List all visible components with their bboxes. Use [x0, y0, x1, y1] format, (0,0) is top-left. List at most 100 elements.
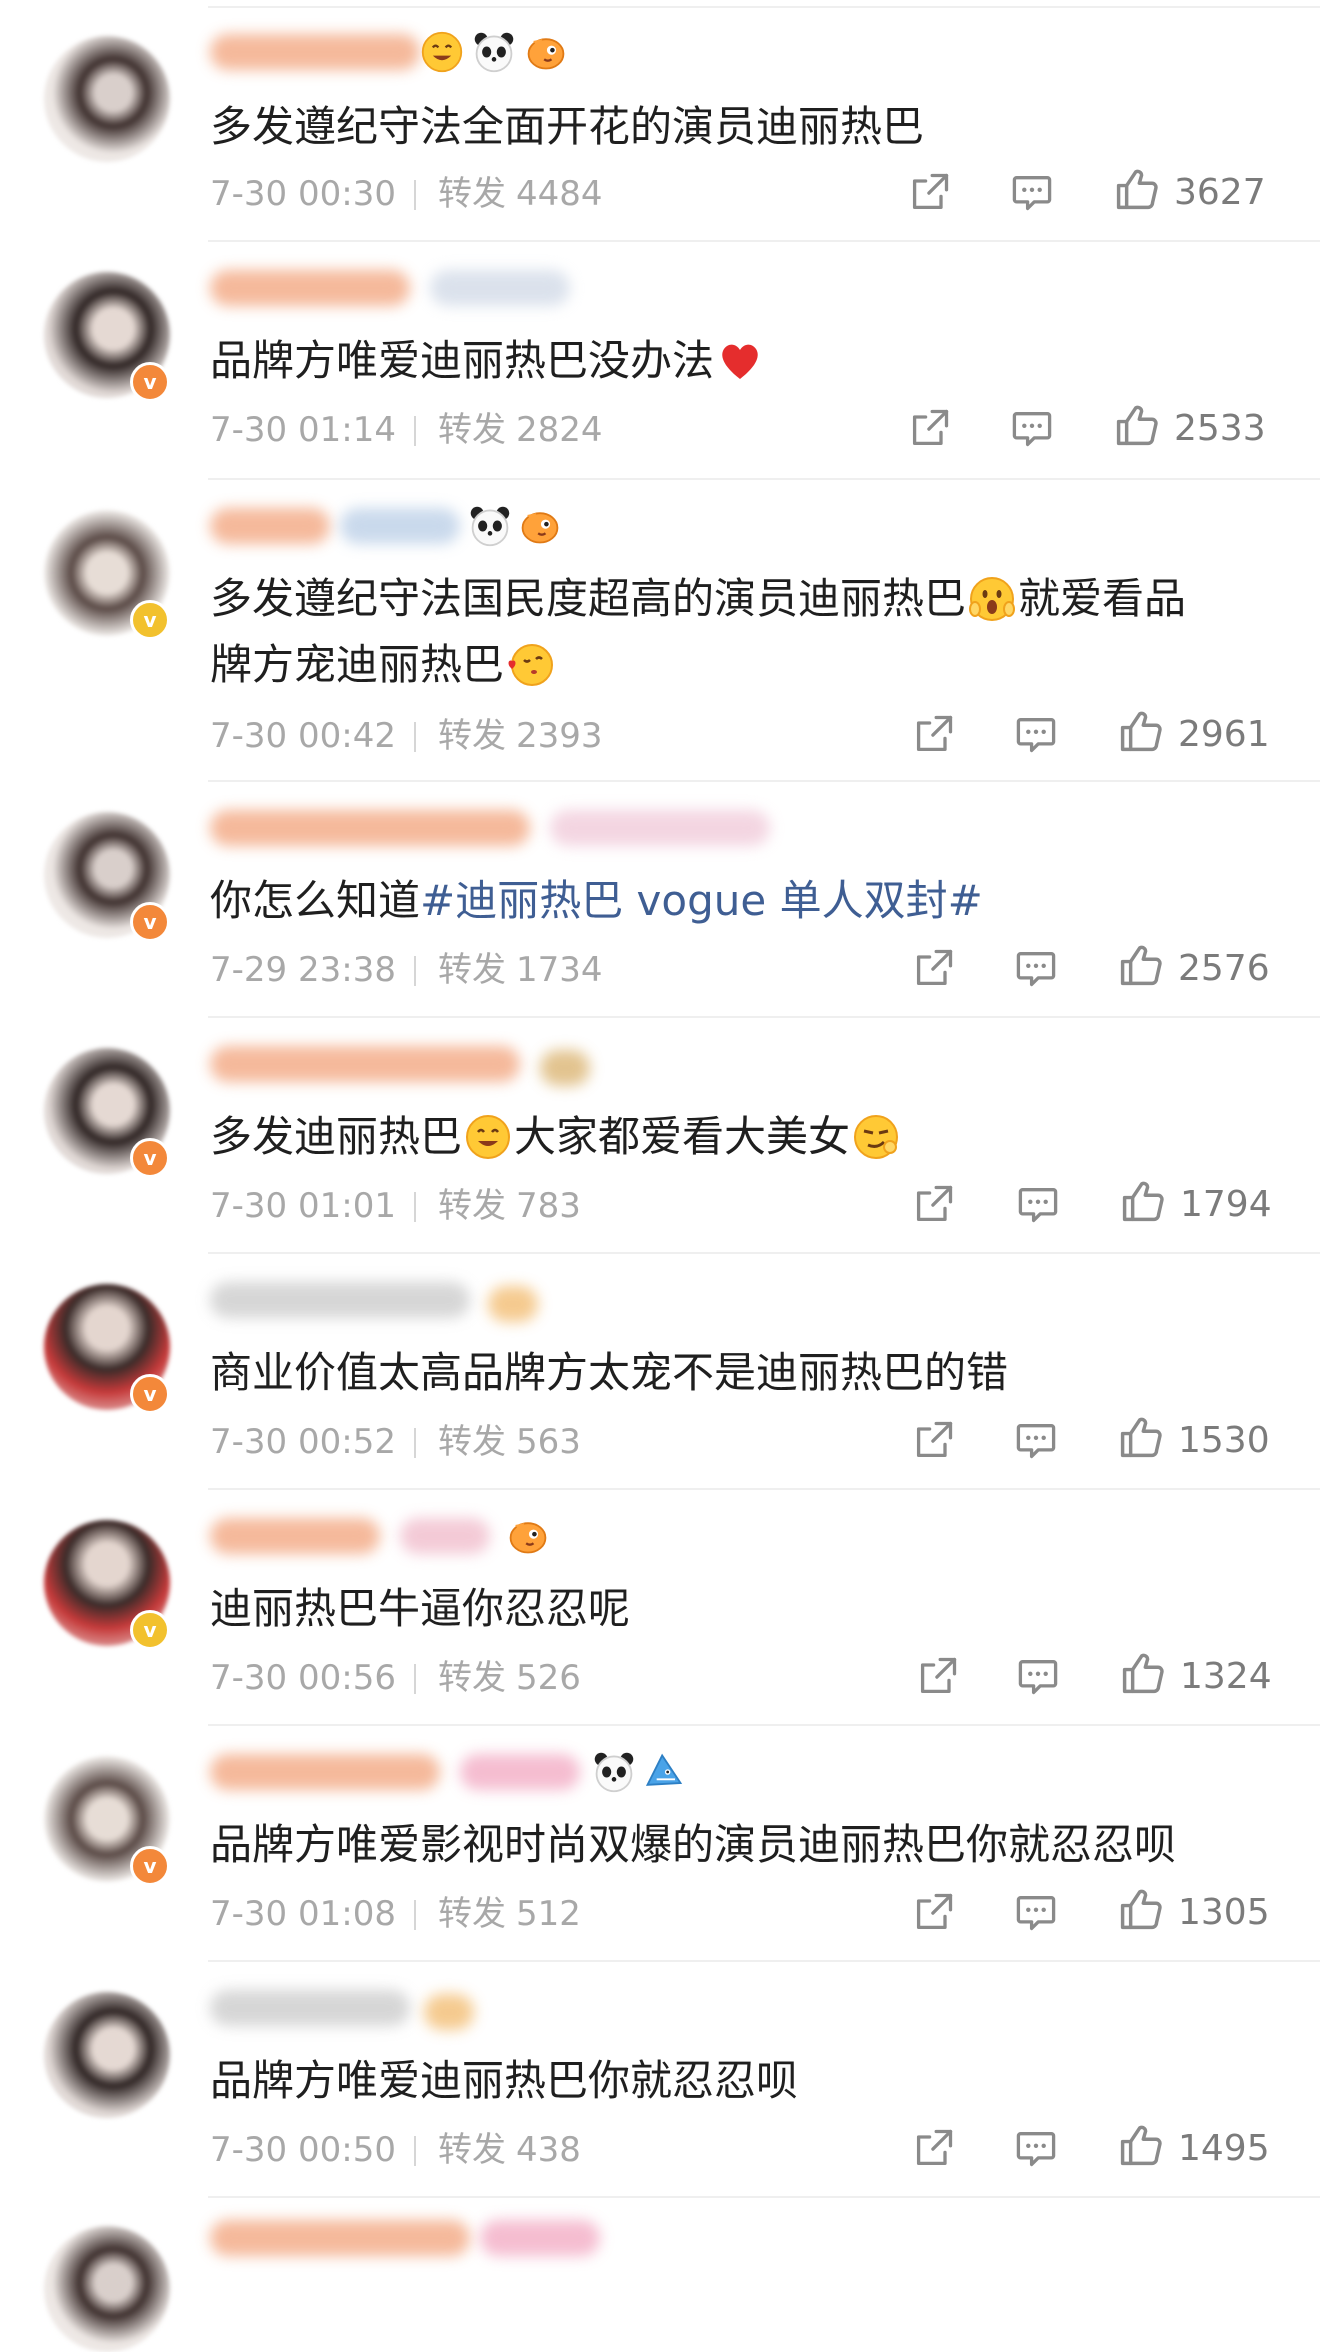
share-button[interactable] — [912, 1418, 956, 1468]
forward-label[interactable]: 转发 — [438, 410, 506, 450]
forward-label[interactable]: 转发 — [438, 1658, 506, 1698]
comment-text-part: 就爱看品 — [1018, 574, 1187, 623]
like-count: 3627 — [1174, 172, 1266, 213]
like-button[interactable] — [1118, 1886, 1164, 1936]
meta-separator — [413, 1900, 416, 1930]
forward-label[interactable]: 转发 — [438, 716, 506, 756]
forward-count: 1734 — [515, 950, 603, 990]
avatar[interactable] — [44, 36, 170, 162]
share-button[interactable] — [908, 406, 952, 456]
divider — [208, 1724, 1320, 1726]
username-blurred[interactable] — [210, 508, 330, 544]
forward-count: 563 — [515, 1422, 581, 1462]
forward-count: 783 — [515, 1186, 581, 1226]
share-icon — [916, 1654, 960, 1698]
like-button[interactable] — [1114, 166, 1160, 216]
forward-label[interactable]: 转发 — [438, 174, 506, 214]
comment-text-content: 品牌方唯爱迪丽热巴没办法 — [210, 336, 715, 385]
comment-text-part: 你怎么知道 — [210, 876, 421, 925]
share-button[interactable] — [912, 712, 956, 762]
meta-separator — [413, 180, 416, 210]
timestamp: 7-30 00:56 — [210, 1658, 396, 1698]
comment-button[interactable] — [1016, 1654, 1060, 1704]
username-blurred[interactable] — [210, 1754, 440, 1790]
share-button[interactable] — [912, 1890, 956, 1940]
forward-label[interactable]: 转发 — [438, 950, 506, 990]
like-button[interactable] — [1118, 2122, 1164, 2172]
like-button[interactable] — [1118, 942, 1164, 992]
comment-button[interactable] — [1016, 1182, 1060, 1232]
comment-icon — [1014, 1890, 1058, 1934]
comment-button[interactable] — [1010, 406, 1054, 456]
username-blurred[interactable] — [210, 810, 530, 846]
meta-separator — [413, 416, 416, 446]
like-icon — [1114, 166, 1160, 212]
share-button[interactable] — [912, 946, 956, 996]
share-button[interactable] — [912, 1182, 956, 1232]
emoji-blurred — [430, 270, 570, 306]
share-button[interactable] — [912, 2126, 956, 2176]
like-count: 2961 — [1178, 714, 1270, 755]
divider — [208, 1016, 1320, 1018]
avatar[interactable] — [44, 2226, 170, 2352]
like-count: 1794 — [1180, 1184, 1272, 1225]
comment-button[interactable] — [1010, 170, 1054, 220]
like-button[interactable] — [1118, 708, 1164, 758]
share-button[interactable] — [908, 170, 952, 220]
like-icon — [1118, 1414, 1164, 1460]
forward-label[interactable]: 转发 — [438, 2130, 506, 2170]
divider — [208, 240, 1320, 242]
forward-label[interactable]: 转发 — [438, 1186, 506, 1226]
like-count: 1495 — [1178, 2128, 1270, 2169]
divider — [208, 1252, 1320, 1254]
comment-button[interactable] — [1014, 2126, 1058, 2176]
username-blurred[interactable] — [210, 1518, 380, 1554]
comment-button[interactable] — [1014, 1418, 1058, 1468]
scream-emoji-icon — [968, 575, 1016, 623]
forward-count: 4484 — [515, 174, 603, 214]
like-count: 2576 — [1178, 948, 1270, 989]
comment-text: 你怎么知道#迪丽热巴 vogue 单人双封# — [210, 868, 1280, 934]
comment-text: 商业价值太高品牌方太宠不是迪丽热巴的错 — [210, 1348, 1009, 1397]
like-icon — [1114, 402, 1160, 448]
timestamp: 7-30 01:08 — [210, 1894, 396, 1934]
fire-emoji-icon — [420, 30, 464, 74]
comment-text: 品牌方唯爱迪丽热巴你就忍忍呗 — [210, 2056, 799, 2105]
verified-badge-icon: v — [130, 1374, 170, 1414]
like-button[interactable] — [1118, 1414, 1164, 1464]
share-icon — [912, 712, 956, 756]
like-button[interactable] — [1114, 402, 1160, 452]
comment-meta: 7-30 00:56 转发 526 — [210, 1656, 581, 1700]
divider — [208, 780, 1320, 782]
like-count: 2533 — [1174, 408, 1266, 449]
username-blurred[interactable] — [210, 270, 410, 306]
forward-count: 2393 — [515, 716, 603, 756]
avatar[interactable] — [44, 1992, 170, 2118]
comment-button[interactable] — [1014, 1890, 1058, 1940]
comment-icon — [1016, 1182, 1060, 1226]
username-blurred[interactable] — [210, 1282, 470, 1318]
panda-emoji-icon — [472, 30, 516, 74]
fish-emoji-icon — [524, 30, 568, 74]
username-blurred[interactable] — [210, 34, 420, 70]
forward-label[interactable]: 转发 — [438, 1894, 506, 1934]
comment-button[interactable] — [1014, 712, 1058, 762]
timestamp: 7-30 00:52 — [210, 1422, 396, 1462]
comment-text: 品牌方唯爱影视时尚双爆的演员迪丽热巴你就忍忍呗 — [210, 1820, 1177, 1869]
forward-count: 512 — [515, 1894, 581, 1934]
username-blurred[interactable] — [210, 1990, 410, 2026]
hashtag-link[interactable]: #迪丽热巴 vogue 单人双封# — [420, 876, 983, 925]
grin-emoji-icon — [464, 1113, 512, 1161]
timestamp: 7-30 00:50 — [210, 2130, 396, 2170]
emoji-blurred — [488, 1286, 538, 1322]
share-button[interactable] — [916, 1654, 960, 1704]
comment-icon — [1016, 1654, 1060, 1698]
share-icon — [908, 170, 952, 214]
like-button[interactable] — [1120, 1650, 1166, 1700]
forward-label[interactable]: 转发 — [438, 1422, 506, 1462]
comment-icon — [1014, 946, 1058, 990]
username-blurred[interactable] — [210, 1046, 520, 1082]
like-button[interactable] — [1120, 1178, 1166, 1228]
comment-button[interactable] — [1014, 946, 1058, 996]
username-blurred[interactable] — [210, 2220, 470, 2256]
